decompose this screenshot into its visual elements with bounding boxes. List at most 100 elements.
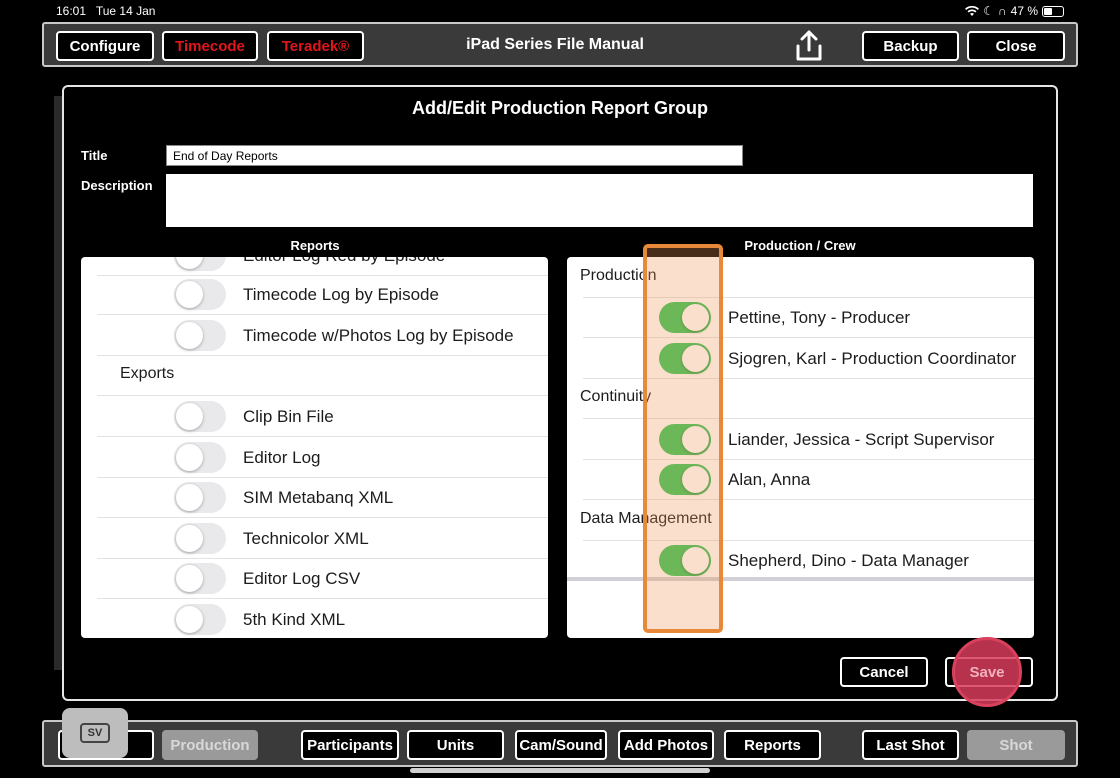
reports-list[interactable]: Editor Log Red by Episode Timecode Log b… (81, 257, 548, 638)
crew-toggle[interactable] (659, 545, 711, 576)
list-item[interactable]: Timecode Log by Episode (81, 274, 548, 315)
battery-percent: 47 % (1010, 4, 1038, 18)
toggle-knob (682, 345, 709, 372)
list-item[interactable]: Liander, Jessica - Script Supervisor (567, 419, 1034, 460)
crew-member-label: Liander, Jessica - Script Supervisor (728, 430, 995, 449)
status-indicators: ☾ ∩ 47 % (965, 4, 1064, 18)
toggle-knob (682, 304, 709, 331)
date: Tue 14 Jan (95, 4, 156, 18)
backup-button[interactable]: Backup (862, 31, 959, 61)
shot-button[interactable]: Shot (967, 730, 1065, 760)
reports-button[interactable]: Reports (724, 730, 821, 760)
crew-toggle[interactable] (659, 464, 711, 495)
list-item[interactable]: Alan, Anna (567, 459, 1034, 500)
report-label: Timecode Log by Episode (243, 285, 439, 304)
exports-group-header: Exports (81, 355, 548, 396)
cancel-button[interactable]: Cancel (840, 657, 928, 687)
list-item[interactable]: Clip Bin File (81, 396, 548, 437)
report-toggle[interactable] (174, 279, 226, 310)
export-label: Clip Bin File (243, 407, 334, 426)
list-item[interactable]: Pettine, Tony - Producer (567, 297, 1034, 338)
report-label: Timecode w/Photos Log by Episode (243, 326, 514, 345)
toggle-knob (176, 281, 203, 308)
headphones-icon: ∩ (998, 4, 1007, 18)
title-input[interactable] (166, 145, 743, 166)
production-button[interactable]: Production (162, 730, 258, 760)
description-label: Description (81, 178, 153, 193)
toggle-knob (176, 257, 203, 269)
crew-group-header: Production (567, 257, 1034, 298)
share-icon[interactable] (792, 29, 826, 63)
configure-button[interactable]: Configure (56, 31, 154, 61)
crew-member-label: Shepherd, Dino - Data Manager (728, 551, 969, 570)
clock: 16:01 (56, 4, 87, 18)
toggle-knob (682, 547, 709, 574)
report-label: Editor Log Red by Episode (243, 257, 445, 266)
list-item[interactable]: Editor Log CSV (81, 558, 548, 599)
sv-button[interactable]: SV (62, 708, 128, 758)
crew-toggle[interactable] (659, 343, 711, 374)
battery-icon (1042, 5, 1064, 17)
home-indicator[interactable] (410, 768, 710, 773)
production-report-group-dialog: Add/Edit Production Report Group Title D… (62, 85, 1058, 701)
cam-sound-button[interactable]: Cam/Sound (515, 730, 607, 760)
description-input[interactable] (166, 174, 1033, 227)
units-button[interactable]: Units (407, 730, 504, 760)
sv-icon: SV (80, 723, 110, 743)
export-toggle[interactable] (174, 523, 226, 554)
add-photos-button[interactable]: Add Photos (618, 730, 714, 760)
list-item[interactable]: SIM Metabanq XML (81, 477, 548, 518)
export-label: Editor Log CSV (243, 569, 361, 588)
export-label: Technicolor XML (243, 529, 369, 548)
reports-header: Reports (290, 238, 340, 253)
export-toggle[interactable] (174, 563, 226, 594)
export-label: 5th Kind XML (243, 610, 346, 629)
status-bar: 16:01 Tue 14 Jan ☾ ∩ 47 % (0, 0, 1120, 22)
exports-label: Exports (120, 365, 175, 382)
close-button[interactable]: Close (967, 31, 1065, 61)
list-item[interactable]: Editor Log (81, 437, 548, 478)
export-label: Editor Log (243, 448, 321, 467)
crew-group-header: Data Management (567, 500, 1034, 541)
crew-toggle[interactable] (659, 302, 711, 333)
toggle-knob (176, 606, 203, 633)
crew-list[interactable]: Production Pettine, Tony - Producer Sjog… (567, 257, 1034, 638)
crew-toggle[interactable] (659, 424, 711, 455)
toggle-knob (176, 444, 203, 471)
crew-header: Production / Crew (744, 238, 856, 253)
export-toggle[interactable] (174, 401, 226, 432)
toggle-knob (682, 426, 709, 453)
list-item[interactable]: Timecode w/Photos Log by Episode (81, 315, 548, 356)
crew-member-label: Pettine, Tony - Producer (728, 308, 911, 327)
toggle-knob (176, 565, 203, 592)
report-toggle[interactable] (174, 257, 226, 271)
export-toggle[interactable] (174, 442, 226, 473)
export-toggle[interactable] (174, 604, 226, 635)
report-toggle[interactable] (174, 320, 226, 351)
group-label: Production (580, 267, 657, 284)
export-label: SIM Metabanq XML (243, 488, 394, 507)
timecode-button[interactable]: Timecode (162, 31, 258, 61)
last-shot-button[interactable]: Last Shot (862, 730, 959, 760)
toggle-knob (682, 466, 709, 493)
toggle-knob (176, 403, 203, 430)
group-label: Data Management (580, 510, 712, 527)
app-title: iPad Series File Manual (466, 36, 644, 53)
top-toolbar: Configure Timecode Teradek® iPad Series … (42, 22, 1078, 67)
export-toggle[interactable] (174, 482, 226, 513)
crew-group-header: Continuity (567, 378, 1034, 419)
dialog-title: Add/Edit Production Report Group (412, 98, 708, 118)
toggle-knob (176, 484, 203, 511)
save-button[interactable]: Save (952, 637, 1022, 707)
group-label: Continuity (580, 388, 652, 405)
list-end-separator (567, 577, 1034, 581)
list-item[interactable]: Shepherd, Dino - Data Manager (567, 540, 1034, 581)
list-item[interactable]: Sjogren, Karl - Production Coordinator (567, 338, 1034, 379)
status-time: 16:01 Tue 14 Jan (56, 4, 155, 18)
list-item[interactable]: 5th Kind XML (81, 599, 548, 638)
list-item[interactable]: Technicolor XML (81, 518, 548, 559)
participants-button[interactable]: Participants (301, 730, 399, 760)
crew-member-label: Alan, Anna (728, 470, 811, 489)
battery-level (1044, 7, 1053, 15)
crew-member-label: Sjogren, Karl - Production Coordinator (728, 349, 1017, 368)
